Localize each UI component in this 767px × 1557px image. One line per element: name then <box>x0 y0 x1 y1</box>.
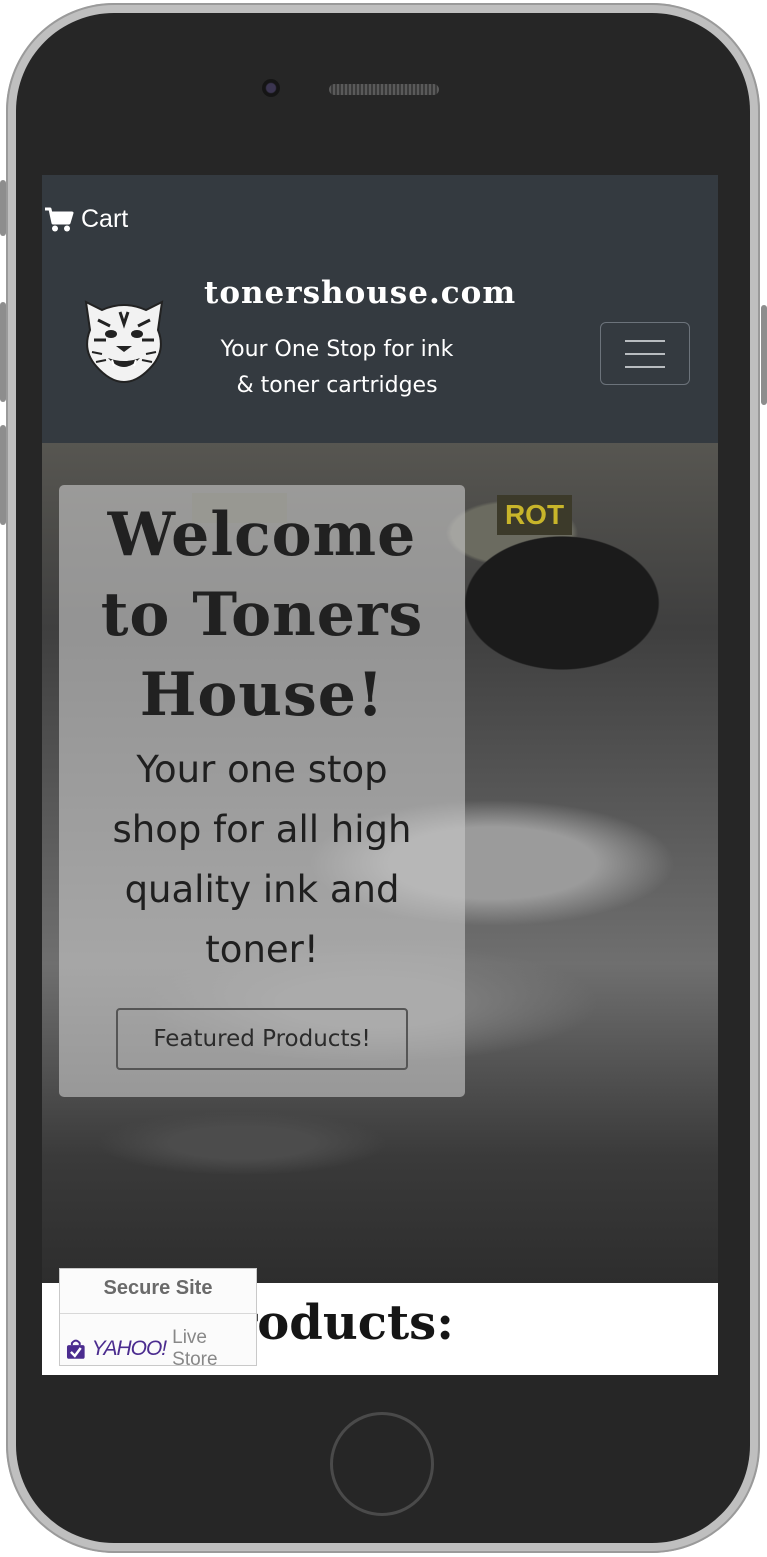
front-camera <box>262 79 280 97</box>
home-button[interactable] <box>330 1412 434 1516</box>
screen: Cart tonershouse.com Your One Stop for i… <box>42 175 718 1375</box>
yahoo-brand: YAHOO! <box>91 1337 168 1360</box>
navbar: Cart tonershouse.com Your One Stop for i… <box>42 175 718 443</box>
hero-text-line: shop for all high <box>112 808 412 851</box>
cart-label: Cart <box>81 205 129 233</box>
phone-volume-up <box>0 302 6 402</box>
brand-name[interactable]: tonershouse.com <box>204 275 516 311</box>
hero-text-line: toner! <box>205 928 319 971</box>
phone-mute-switch <box>0 180 6 236</box>
brand-tagline: Your One Stop for ink & toner cartridges <box>192 332 482 404</box>
yahoo-secure-site-badge[interactable]: Secure Site YAHOO! Live Store <box>59 1268 257 1370</box>
navbar-toggle-button[interactable] <box>600 322 690 385</box>
hero-title-line: to Toners <box>100 580 424 650</box>
cart-icon <box>45 207 74 231</box>
hero-title: Welcome to Toners House! <box>59 495 465 735</box>
hero-text-line: quality ink and <box>124 868 400 911</box>
hero-text-line: Your one stop <box>136 748 388 791</box>
products-heading: roducts: <box>232 1295 454 1351</box>
hero-title-line: Welcome <box>107 500 417 570</box>
featured-products-button[interactable]: Featured Products! <box>116 1008 408 1070</box>
hero-title-line: House! <box>139 660 385 730</box>
tiger-logo-icon[interactable] <box>76 290 172 386</box>
hero-banner: ROT Welcome to Toners House! Your one st… <box>42 443 718 1283</box>
shopping-bag-check-icon <box>66 1339 85 1359</box>
earpiece-speaker <box>329 84 439 95</box>
secure-site-label: Secure Site <box>60 1269 256 1314</box>
hero-photo-label-rot: ROT <box>497 495 572 535</box>
hero-description: Your one stop shop for all high quality … <box>79 740 445 980</box>
tagline-line: Your One Stop for ink <box>220 337 454 362</box>
tagline-line: & toner cartridges <box>236 373 438 398</box>
phone-volume-down <box>0 425 6 525</box>
hero-card: Welcome to Toners House! Your one stop s… <box>59 485 465 1097</box>
cart-link[interactable]: Cart <box>44 205 128 234</box>
phone-power-button <box>761 305 767 405</box>
live-store-label: Live Store <box>172 1327 218 1370</box>
yahoo-live-store-logo: YAHOO! Live Store <box>66 1327 256 1371</box>
